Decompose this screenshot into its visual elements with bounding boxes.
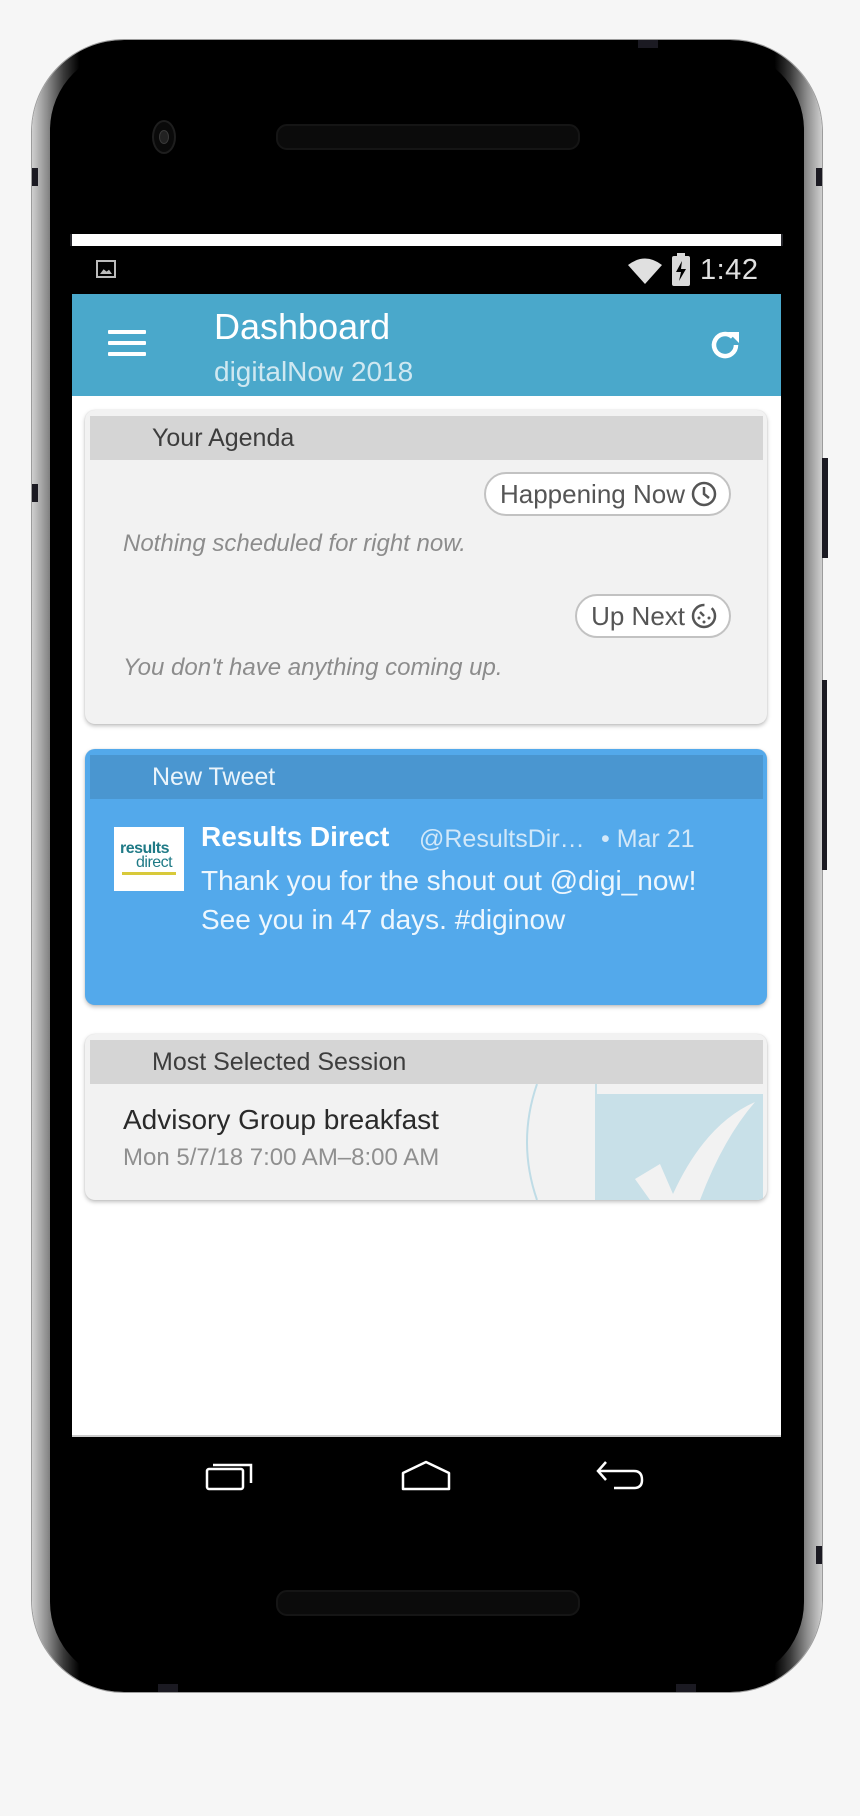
back-icon[interactable] (594, 1459, 646, 1491)
status-bar: 1:42 (72, 246, 781, 294)
tweet-author-avatar: results direct (114, 827, 184, 891)
earpiece-speaker (276, 124, 580, 150)
agenda-card-header: Your Agenda (90, 416, 763, 460)
bottom-speaker (276, 1590, 580, 1616)
up-next-empty-message: You don't have anything coming up. (123, 654, 503, 681)
happening-now-empty-message: Nothing scheduled for right now. (123, 530, 466, 557)
up-next-button[interactable]: Up Next (575, 594, 731, 638)
up-next-label: Up Next (591, 601, 685, 631)
image-notification-icon (96, 260, 116, 278)
page-title: Dashboard (214, 306, 391, 347)
refresh-icon[interactable] (706, 326, 744, 364)
session-title: Advisory Group breakfast (123, 1104, 439, 1135)
phone-top-button (638, 40, 658, 48)
app-bar: Dashboard digitalNow 2018 (72, 294, 781, 396)
tweet-author: Results Direct (201, 821, 390, 852)
tweet-card[interactable]: New Tweet results direct Results Direct … (85, 749, 767, 1005)
status-time: 1:42 (700, 254, 759, 286)
tweet-text: Thank you for the shout out @digi_now! S… (201, 865, 697, 935)
happening-now-button[interactable]: Happening Now (483, 472, 731, 516)
happening-now-label: Happening Now (499, 479, 685, 509)
battery-charging-icon (672, 253, 690, 286)
front-camera (152, 120, 176, 154)
phone-bottom-notch-right (676, 1684, 696, 1692)
checkmark-icon (526, 1084, 763, 1200)
volume-button (822, 458, 828, 558)
power-button (822, 680, 827, 870)
wifi-icon (628, 258, 662, 284)
phone-right-button-top (816, 168, 822, 186)
session-time: Mon 5/7/18 7:00 AM–8:00 AM (123, 1144, 440, 1171)
event-subtitle: digitalNow 2018 (214, 356, 414, 387)
phone-left-button-2 (32, 484, 38, 502)
most-selected-session-card[interactable]: Most Selected Session Advisory Group bre… (85, 1034, 767, 1200)
clock-icon (691, 481, 717, 507)
timer-icon (691, 603, 717, 629)
phone-left-button (32, 168, 38, 186)
tweet-date: • Mar 21 (601, 825, 695, 853)
android-nav-bar (72, 1435, 781, 1500)
hamburger-menu-icon[interactable] (108, 330, 146, 360)
avatar-logo-tagline (122, 872, 176, 875)
home-icon[interactable] (400, 1459, 452, 1491)
tweet-card-header: New Tweet (90, 755, 763, 799)
avatar-logo-line2: direct (136, 854, 173, 871)
phone-right-button-bottom (816, 1546, 822, 1564)
screen: 1:42 Dashboard digitalNow 2018 Your Agen… (72, 234, 781, 1500)
recent-apps-icon[interactable] (204, 1459, 256, 1491)
session-card-header: Most Selected Session (90, 1040, 763, 1084)
phone-bottom-notch-left (158, 1684, 178, 1692)
tweet-handle: @ResultsDir… (419, 825, 585, 853)
agenda-card: Your Agenda Happening Now Nothing schedu… (85, 410, 767, 724)
